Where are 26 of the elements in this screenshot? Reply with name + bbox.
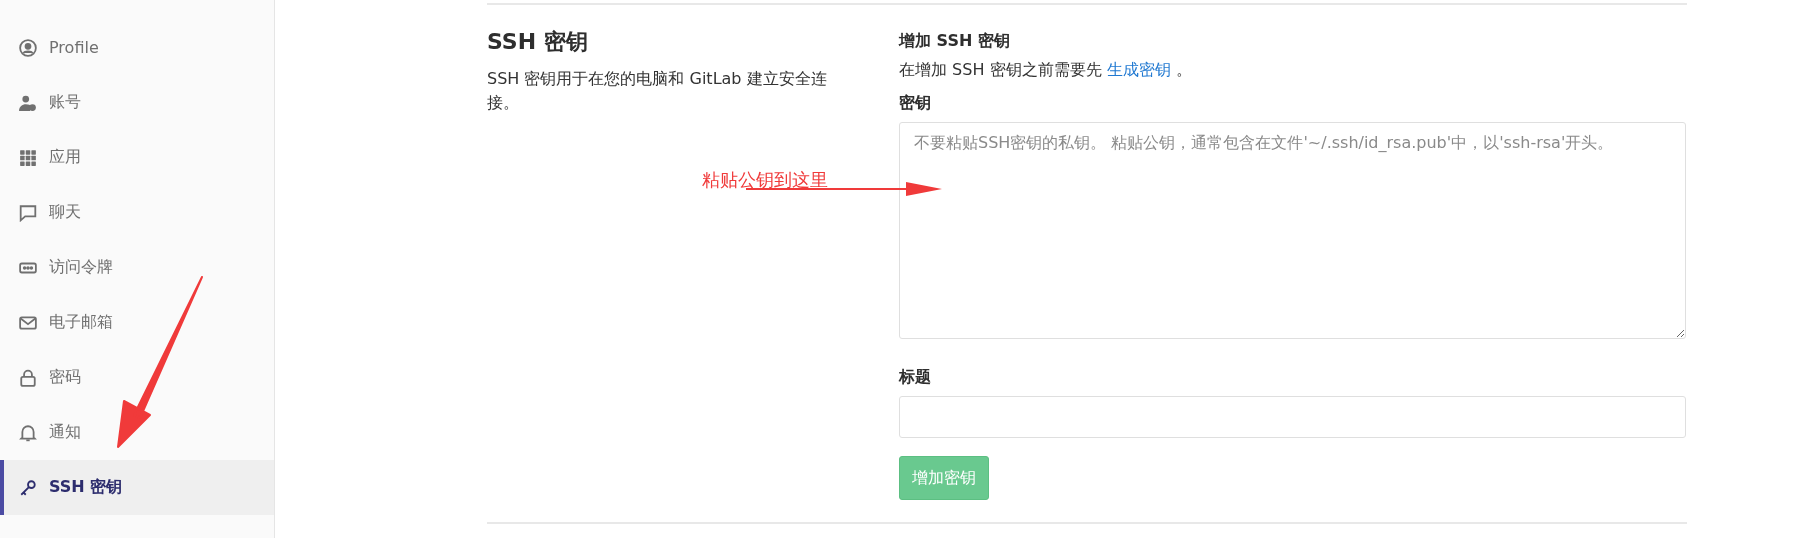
grid-icon: [19, 148, 37, 167]
profile-icon: [19, 38, 37, 57]
mail-icon: [19, 313, 37, 332]
annotation-text: 粘贴公钥到这里: [702, 168, 828, 192]
lock-icon: [19, 368, 37, 387]
section-title: SSH 密钥: [487, 28, 589, 56]
sidebar-item[interactable]: SSH 密钥: [0, 460, 274, 515]
section-description: SSH 密钥用于在您的电脑和 GitLab 建立安全连接。: [487, 68, 828, 114]
sidebar-item[interactable]: 通知: [0, 405, 274, 460]
title-field[interactable]: [899, 396, 1686, 438]
key-icon: [19, 478, 37, 497]
sidebar-item[interactable]: Profile: [0, 20, 274, 75]
form-title: 增加 SSH 密钥: [899, 31, 1011, 52]
title-label: 标题: [899, 367, 932, 388]
sidebar-item[interactable]: 访问令牌: [0, 240, 274, 295]
generate-key-link[interactable]: 生成密钥: [1106, 60, 1171, 79]
sidebar-item[interactable]: 电子邮箱: [0, 295, 274, 350]
sidebar-item[interactable]: 应用: [0, 130, 274, 185]
sidebar-item[interactable]: 账号: [0, 75, 274, 130]
key-label: 密钥: [899, 93, 932, 114]
key-field[interactable]: 不要粘贴SSH密钥的私钥。 粘贴公钥，通常包含在文件'~/.ssh/id_rsa.pub'中，以'ssh-rsa'开头。: [899, 122, 1686, 339]
bell-icon: [19, 423, 37, 442]
sidebar-item[interactable]: 聊天: [0, 185, 274, 240]
form-hint: 在增加 SSH 密钥之前需要先 生成密钥 。: [899, 60, 1193, 81]
chat-icon: [19, 203, 37, 222]
sidebar-item[interactable]: 密码: [0, 350, 274, 405]
